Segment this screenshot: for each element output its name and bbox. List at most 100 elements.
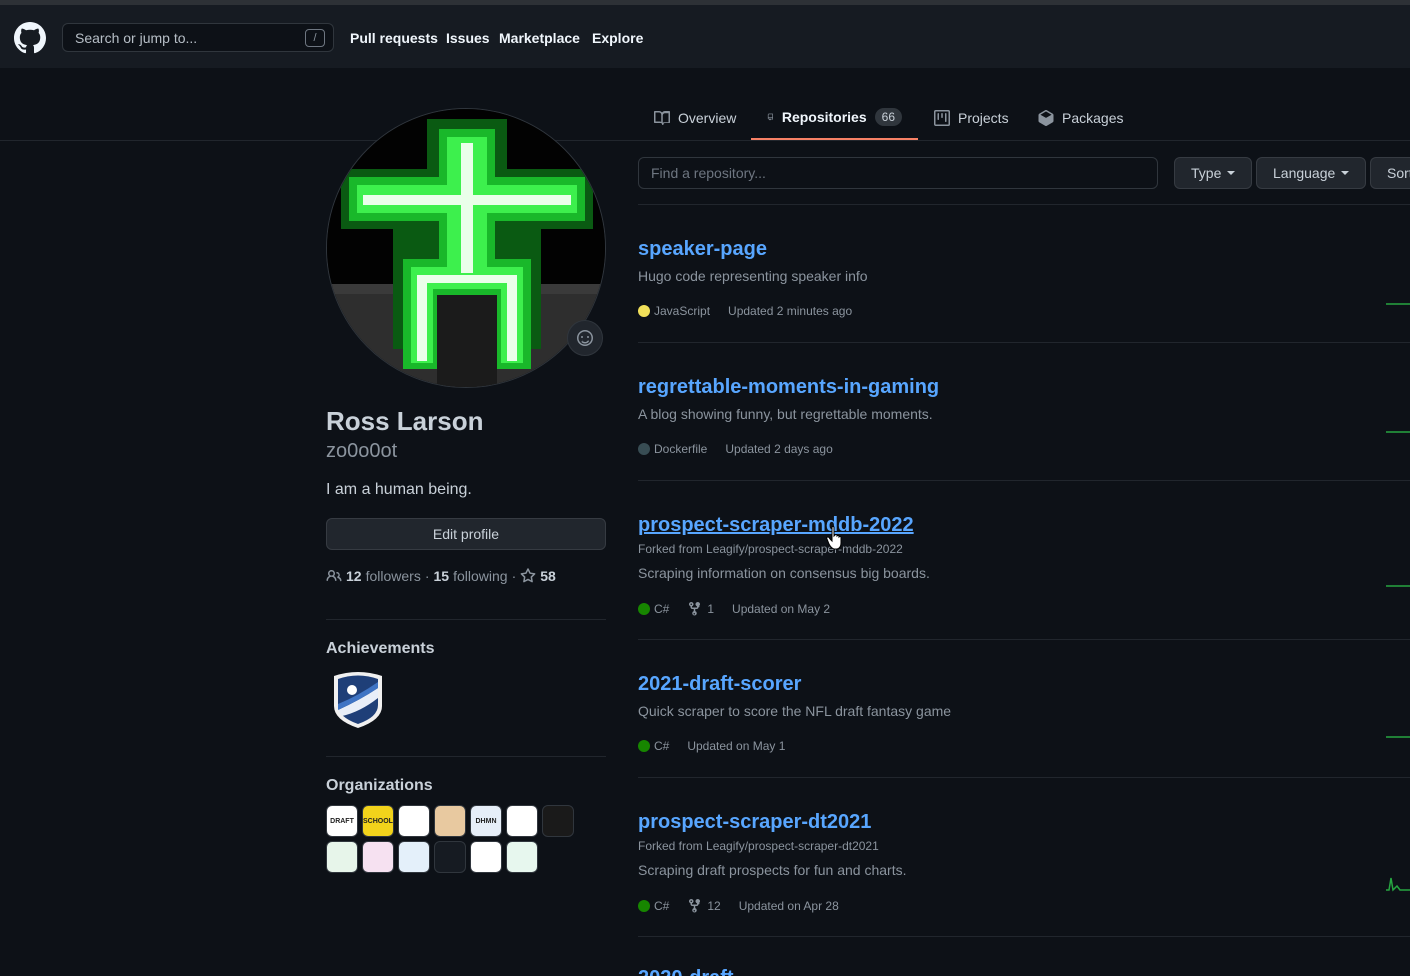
- find-repository-input[interactable]: [638, 157, 1158, 189]
- following-label: following: [453, 568, 508, 584]
- profile-fullname: Ross Larson: [326, 406, 484, 436]
- organization-logo-text: DRAFT: [330, 817, 354, 825]
- tab-repositories[interactable]: Repositories 66: [751, 96, 918, 140]
- organization-avatar[interactable]: [326, 841, 358, 873]
- repo-language: C#: [638, 899, 669, 913]
- tab-label: Overview: [678, 110, 737, 126]
- organization-avatar[interactable]: [398, 805, 430, 837]
- repo-item: speaker-page Hugo code representing spea…: [638, 204, 1410, 343]
- package-icon: [1038, 110, 1054, 126]
- repo-language: JavaScript: [638, 304, 710, 318]
- language-label: C#: [654, 602, 670, 616]
- stars-link[interactable]: 58: [520, 568, 556, 584]
- repo-updated: Updated 2 minutes ago: [728, 304, 853, 318]
- nav-pull-requests[interactable]: Pull requests: [350, 30, 438, 46]
- organization-avatar[interactable]: [542, 805, 574, 837]
- language-color-dot: [638, 740, 650, 752]
- tab-overview[interactable]: Overview: [654, 96, 736, 140]
- separator: ·: [511, 568, 517, 584]
- repo-item: 2021-draft-scorer Quick scraper to score…: [638, 639, 1410, 778]
- edit-profile-button[interactable]: Edit profile: [326, 518, 606, 550]
- repo-forks-link[interactable]: 12: [687, 898, 721, 914]
- repo-language: C#: [638, 739, 669, 753]
- organization-avatar[interactable]: [470, 841, 502, 873]
- organization-avatar[interactable]: [506, 841, 538, 873]
- forked-from[interactable]: Forked from Leagify/prospect-scraper-mdd…: [638, 542, 903, 556]
- separator: ·: [424, 568, 430, 584]
- chevron-down-icon: [1341, 171, 1350, 175]
- repo-meta: C# Updated on May 1: [638, 739, 785, 753]
- sort-filter-button[interactable]: Sort: [1370, 157, 1410, 189]
- language-color-dot: [638, 443, 650, 455]
- repo-count-badge: 66: [874, 108, 902, 126]
- repo-forks-link[interactable]: 1: [687, 601, 714, 617]
- organization-avatar[interactable]: [434, 805, 466, 837]
- book-icon: [654, 110, 670, 125]
- repo-name-link[interactable]: 2021-draft-scorer: [638, 673, 801, 696]
- repo-name-link[interactable]: prospect-scraper-mddb-2022: [638, 514, 914, 537]
- language-label: C#: [654, 899, 670, 913]
- nav-issues[interactable]: Issues: [446, 30, 490, 46]
- followers-label: followers: [365, 568, 421, 584]
- organizations-title: Organizations: [326, 777, 433, 794]
- activity-sparkline: [1386, 431, 1410, 433]
- repo-updated: Updated on May 1: [687, 739, 786, 753]
- repo-name-link[interactable]: 2020-draft: [638, 967, 734, 976]
- repo-name-link[interactable]: speaker-page: [638, 238, 767, 261]
- repo-description: Scraping draft prospects for fun and cha…: [638, 862, 907, 878]
- global-search-input[interactable]: Search or jump to... /: [62, 23, 334, 52]
- forks-count: 1: [707, 602, 715, 616]
- following-link[interactable]: 15 following: [434, 568, 508, 584]
- organization-avatar[interactable]: SCHOOL: [362, 805, 394, 837]
- repo-description: Scraping information on consensus big bo…: [638, 565, 930, 581]
- type-filter-button[interactable]: Type: [1174, 157, 1253, 189]
- achievements-title: Achievements: [326, 640, 435, 657]
- repo-item: prospect-scraper-dt2021 Forked from Leag…: [638, 777, 1410, 937]
- language-color-dot: [638, 900, 650, 912]
- profile-avatar[interactable]: [326, 108, 606, 388]
- people-icon: [326, 570, 342, 582]
- nav-marketplace[interactable]: Marketplace: [499, 30, 580, 46]
- organization-avatar[interactable]: [398, 841, 430, 873]
- nav-explore[interactable]: Explore: [592, 30, 643, 46]
- repo-item: regrettable-moments-in-gaming A blog sho…: [638, 342, 1410, 481]
- sort-filter-label: Sort: [1387, 165, 1410, 181]
- forks-count: 12: [707, 899, 721, 913]
- set-status-button[interactable]: [567, 320, 603, 356]
- project-icon: [934, 110, 950, 126]
- language-filter-button[interactable]: Language: [1256, 157, 1367, 189]
- organization-avatar[interactable]: DRAFT: [326, 805, 358, 837]
- language-label: JavaScript: [654, 304, 711, 318]
- tab-label: Projects: [958, 110, 1009, 126]
- hand-cursor-icon: [826, 526, 842, 550]
- smiley-icon: [577, 330, 593, 346]
- repo-description: A blog showing funny, but regrettable mo…: [638, 406, 933, 422]
- followers-count: 12: [346, 568, 362, 584]
- followers-link[interactable]: 12 followers: [346, 568, 421, 584]
- repo-language: C#: [638, 602, 669, 616]
- slash-shortcut-key: /: [305, 29, 325, 47]
- repo-icon: [767, 113, 773, 121]
- stars-count: 58: [540, 568, 556, 584]
- tabs-divider: [0, 140, 1410, 141]
- repo-updated: Updated on Apr 28: [738, 899, 839, 913]
- repo-name-link[interactable]: prospect-scraper-dt2021: [638, 811, 871, 834]
- repo-updated: Updated on May 2: [732, 602, 831, 616]
- github-logo-icon[interactable]: [14, 22, 46, 54]
- organization-avatar[interactable]: [434, 841, 466, 873]
- achievement-badge-icon[interactable]: [330, 670, 386, 730]
- language-label: Dockerfile: [654, 442, 708, 456]
- forked-from[interactable]: Forked from Leagify/prospect-scraper-dt2…: [638, 839, 879, 853]
- tab-packages[interactable]: Packages: [1038, 96, 1123, 140]
- organization-avatar[interactable]: [506, 805, 538, 837]
- repo-name-link[interactable]: regrettable-moments-in-gaming: [638, 376, 939, 399]
- language-filter-label: Language: [1273, 165, 1336, 181]
- organization-avatar[interactable]: DHMN: [470, 805, 502, 837]
- organization-avatar[interactable]: [362, 841, 394, 873]
- tab-projects[interactable]: Projects: [934, 96, 1009, 140]
- follow-stats: 12 followers · 15 following · 58: [326, 568, 556, 584]
- search-placeholder: Search or jump to...: [75, 30, 198, 46]
- language-color-dot: [638, 603, 650, 615]
- language-color-dot: [638, 305, 650, 317]
- repo-item: 2020-draft: [638, 936, 1410, 976]
